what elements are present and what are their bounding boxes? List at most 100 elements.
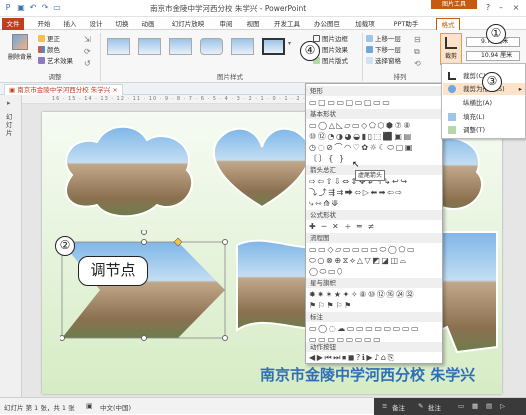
picture-layout-label: 图片版式	[322, 57, 348, 65]
width-input[interactable]: 10.94 厘米	[466, 51, 520, 61]
tab-developer[interactable]: 开发工具	[270, 18, 304, 30]
tab-home[interactable]: 开始	[34, 18, 54, 30]
save-icon[interactable]: ▣	[16, 3, 26, 13]
shape-row-flow-2[interactable]: ⬭○⊗⊕⧖⟡△▽◩◪◫⌓	[309, 255, 441, 266]
minimize-icon[interactable]: –	[495, 3, 507, 13]
tab-design[interactable]: 设计	[86, 18, 106, 30]
tab-office-tools[interactable]: 办公图巨	[310, 18, 344, 30]
remove-background-label: 删除背景	[7, 54, 32, 61]
crop-button[interactable]: 裁剪	[440, 33, 462, 65]
slideshow-view-icon[interactable]: ▷	[500, 402, 505, 410]
menu-item-fit[interactable]: 调整(T)	[443, 124, 525, 136]
help-icon[interactable]: ?	[482, 3, 494, 13]
sorter-view-icon[interactable]: ▦	[472, 402, 478, 410]
picture-style-6[interactable]	[262, 38, 285, 55]
picture-style-4[interactable]	[200, 38, 223, 55]
shape-row-stars-2[interactable]: ⚑⚐⚑⚐⚑	[309, 300, 441, 311]
redo-icon[interactable]: ↷	[40, 3, 50, 13]
shape-row-flow-3[interactable]: ◯⬭▭⬯	[309, 266, 441, 277]
picture-style-5[interactable]	[231, 38, 254, 55]
submenu-arrow-icon: ▸	[518, 85, 522, 93]
picture-style-2[interactable]	[138, 38, 161, 55]
group-icon[interactable]: ⧉	[414, 47, 420, 57]
annotation-circle-4: ④	[300, 41, 320, 61]
artistic-effects-button[interactable]: 艺术效果	[38, 57, 73, 66]
tab-transitions[interactable]: 切换	[112, 18, 132, 30]
shape-row-arrows-2[interactable]: ⤵⤴⇶⇉⮕⬄▷⬅➡⇦⇨	[309, 187, 441, 198]
menu-item-fit-label: 调整(T)	[463, 126, 486, 134]
corrections-label: 更正	[47, 35, 60, 43]
picture-style-1[interactable]	[107, 38, 130, 55]
shape-row-callouts-1[interactable]: ▭◯◌☁▭▭▭▭▭▭▭▭	[309, 323, 441, 334]
shape-gallery[interactable]: 矩形 ▭▢▭▭▢▭▢▭▭ 基本形状 ▭◯△◺▱▭◇⬠⬡⬢⑦⑧ ⑩⑫◔◑◕◒▮▯⬚…	[305, 83, 443, 364]
tab-addins[interactable]: 加载项	[350, 18, 380, 30]
expand-icon[interactable]: ▸	[7, 99, 11, 107]
color-button[interactable]: 颜色	[38, 46, 60, 55]
tab-ppt-helper[interactable]: PPT助手	[386, 18, 426, 30]
comments-button[interactable]: 批注	[428, 402, 441, 412]
shape-row-equation[interactable]: ✚ ─ ✕ ÷ ═ ≠	[309, 221, 441, 232]
annotation-circle-3: ③	[482, 72, 502, 92]
comments-icon: ✎	[418, 402, 424, 410]
crop-icon	[445, 37, 457, 49]
rotate-icon[interactable]: ⟲	[414, 59, 421, 68]
divider	[362, 33, 363, 81]
tab-animations[interactable]: 动画	[138, 18, 158, 30]
shape-row-basic-4[interactable]: 〔〕{ }	[309, 153, 441, 164]
tab-slideshow[interactable]: 幻灯片放映	[166, 18, 210, 30]
gallery-more-icon[interactable]: ▾	[288, 40, 291, 47]
category-callouts: 标注	[306, 312, 442, 322]
spellcheck-icon[interactable]: ▣	[86, 402, 93, 410]
shape-row-arrows-3[interactable]: ⤷⇿⟰⟱	[309, 198, 441, 209]
tab-file[interactable]: 文件	[2, 18, 24, 30]
menu-item-fill[interactable]: 填充(L)	[443, 111, 525, 123]
present-icon[interactable]: ▭	[52, 3, 62, 13]
undo-icon[interactable]: ↶	[28, 3, 38, 13]
picture-border-label: 图片边框	[322, 35, 348, 43]
reset-picture-icon[interactable]: ↺	[84, 59, 91, 68]
language[interactable]: 中文(中国)	[100, 402, 131, 412]
align-icon[interactable]: ⊟	[414, 35, 421, 44]
tab-format[interactable]: 格式	[436, 18, 460, 30]
notes-button[interactable]: 备注	[392, 402, 405, 412]
picture-layout-button[interactable]: 图片版式	[313, 57, 348, 66]
tab-review[interactable]: 审阅	[216, 18, 236, 30]
adjust-group-label: 调整	[48, 73, 62, 81]
shape-row-stars-1[interactable]: ✸✷✶★✦✧⑧⑩⑫⑯㉔㉜	[309, 289, 441, 300]
ribbon-tabs: 文件 开始 插入 设计 切换 动画 幻灯片放映 审阅 视图 开发工具 办公图巨 …	[0, 17, 526, 30]
arrow-photo-selected[interactable]	[60, 230, 230, 350]
window-title: 南京市金陵中学河西分校 朱学兴 - PowerPoint	[150, 4, 307, 13]
selection-pane-button[interactable]: 选择窗格	[366, 57, 401, 66]
picture-style-3[interactable]	[169, 38, 192, 55]
reading-view-icon[interactable]: ▤	[486, 402, 492, 410]
shape-row-rectangles[interactable]: ▭▢▭▭▢▭▢▭▭	[309, 97, 441, 108]
remove-background-button[interactable]: 删除背景	[5, 34, 35, 74]
tab-view[interactable]: 视图	[243, 18, 263, 30]
editing-canvas[interactable]: ②	[22, 104, 526, 397]
cloud-photo-1[interactable]	[52, 120, 202, 220]
heart-photo[interactable]	[202, 122, 322, 212]
change-picture-icon[interactable]: ⟳	[84, 47, 91, 56]
shape-row-flow-1[interactable]: ▭▭◇▱▭▭▭▭⬭◯⬠▭	[309, 244, 441, 255]
document-tab[interactable]: ▣ 南京市金陵中学河西分校 朱学兴 ×	[4, 84, 123, 95]
corrections-button[interactable]: 更正	[38, 35, 60, 44]
category-equation-shapes: 公式形状	[306, 210, 442, 220]
sun-icon	[38, 35, 45, 42]
compress-icon[interactable]: ⇲	[84, 35, 91, 44]
status-controls: ≡ 备注 ✎ 批注 ▭ ▦ ▤ ▷	[374, 398, 526, 415]
annotation-circle-1: ①	[486, 24, 506, 44]
normal-view-icon[interactable]: ▭	[458, 402, 464, 410]
menu-item-aspect-ratio[interactable]: 纵横比(A)	[443, 97, 525, 109]
shape-row-basic-3[interactable]: ◷◌⊘⌒◠♡✿☼☾⬭▢▣	[309, 142, 441, 153]
bring-forward-button[interactable]: 上移一层	[366, 35, 401, 44]
shape-row-actions[interactable]: ◀▶⏮⏭⏹◼?ℹ▶♪⌂⎘	[309, 352, 441, 363]
slides-panel[interactable]: ▸ 幻灯片	[0, 95, 22, 397]
category-stars-banners: 星与旗帜	[306, 278, 442, 288]
send-backward-button[interactable]: 下移一层	[366, 46, 401, 55]
tab-insert[interactable]: 插入	[60, 18, 80, 30]
shape-row-basic-2[interactable]: ⑩⑫◔◑◕◒▮▯⬚⬛▣▤	[309, 131, 441, 142]
picture-styles-group-label: 图片样式	[217, 73, 243, 81]
close-icon[interactable]: ×	[510, 3, 522, 13]
picture-border-button[interactable]: 图片边框	[313, 35, 348, 44]
shape-row-basic-1[interactable]: ▭◯△◺▱▭◇⬠⬡⬢⑦⑧	[309, 120, 441, 131]
